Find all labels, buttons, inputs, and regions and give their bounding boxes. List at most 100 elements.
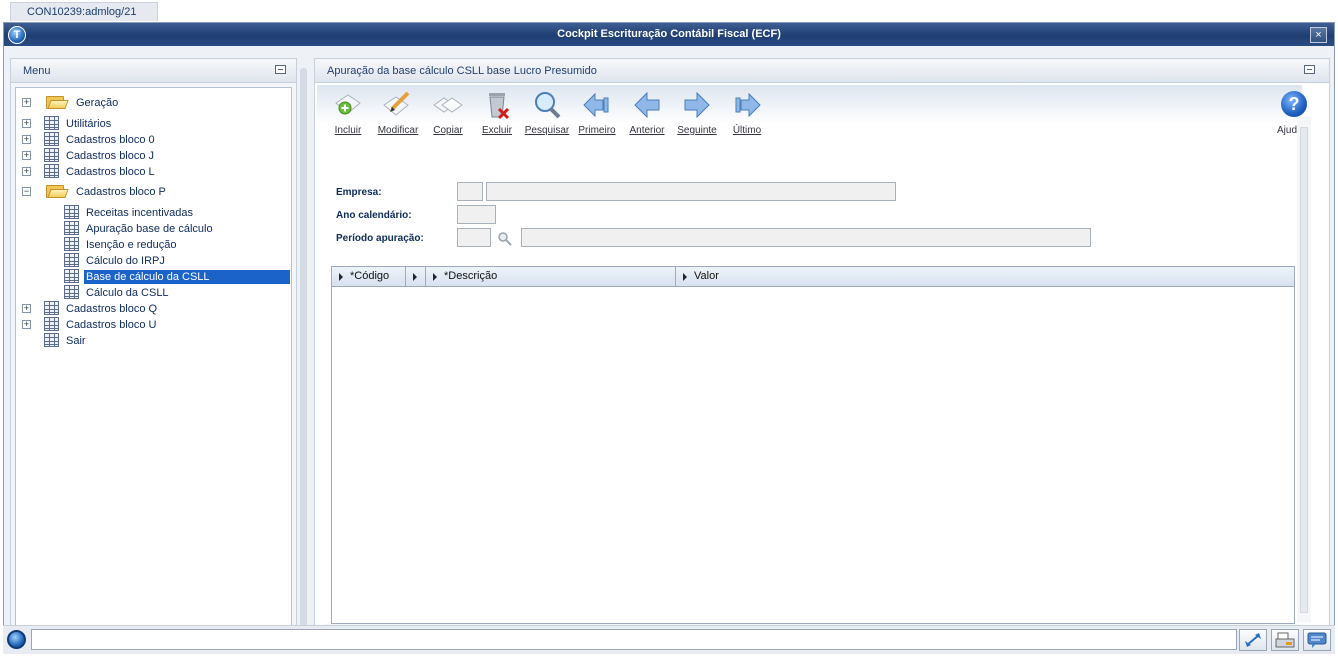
menu-tree-item-label: Cadastros bloco U [66,319,157,331]
status-bar [3,625,1335,654]
empresa-code-field[interactable] [457,182,483,201]
folder-icon [46,94,69,110]
menu-header: Menu [11,59,296,83]
expand-icon[interactable]: + [22,167,31,176]
add-document-icon [332,89,364,121]
toolbar-button-label: Modificar [377,125,419,136]
periodo-apuracao-label: Período apuração: [336,233,424,244]
lookup-magnifier-icon[interactable] [497,231,513,247]
menu-tree-item[interactable]: Base de cálculo da CSLL [16,269,291,285]
table-grid-icon [44,333,59,347]
menu-tree-item[interactable]: Isenção e redução [16,237,291,253]
ano-calendario-field[interactable] [457,205,496,224]
toolbar-button-seguinte[interactable]: Seguinte [672,85,722,141]
expand-icon[interactable]: + [22,119,31,128]
toolbar-button-copiar[interactable]: Copiar [423,85,473,141]
table-grid-icon [44,116,59,130]
toolbar-button-label: Seguinte [677,125,717,136]
toolbar-button-anterior[interactable]: Anterior [622,85,672,141]
column-header-valor[interactable]: Valor [676,267,1294,286]
edit-pencil-icon [382,89,414,121]
print-button[interactable] [1271,629,1299,651]
toolbar-button-incluir[interactable]: Incluir [323,85,373,141]
status-message-field [31,629,1237,650]
main-window: Cockpit Escrituração Contábil Fiscal (EC… [3,22,1335,654]
menu-tree-item-label: Receitas incentivadas [86,207,194,219]
panel-splitter[interactable] [300,68,307,628]
menu-tree-item-label: Geração [76,97,119,109]
menu-tree-item[interactable]: + Cadastros bloco Q [16,301,291,317]
help-icon: ? [1281,91,1307,117]
table-grid-icon [64,269,79,283]
expand-icon[interactable]: + [22,304,31,313]
expand-icon[interactable]: + [22,320,31,329]
toolbar-button-label: Primeiro [578,125,616,136]
toolbar-button-ltimo[interactable]: Último [722,85,772,141]
content-panel: Apuração da base cálculo CSLL base Lucro… [314,58,1330,643]
status-logo-icon [7,630,26,649]
toolbar-button-label: Incluir [334,125,362,136]
toolbar-button-modificar[interactable]: Modificar [373,85,423,141]
menu-tree-item-label: Cadastros bloco Q [66,303,158,315]
menu-tree-item[interactable]: + Geração [16,95,291,111]
resize-button[interactable] [1239,629,1267,651]
tab-con10239[interactable]: CON10239:admlog/21 [10,2,158,21]
menu-tree-item[interactable]: + Cadastros bloco 0 [16,132,291,148]
toolbar-button-excluir[interactable]: Excluir [472,85,522,141]
menu-tree-item[interactable]: + Cadastros bloco U [16,317,291,333]
toolbar-button-label: Último [732,125,762,136]
close-button[interactable]: × [1310,27,1327,43]
copy-documents-icon [432,89,464,121]
menu-panel: Menu + Geração + Utilitários + Cadastros bloc… [10,58,297,643]
table-grid-icon [64,221,79,235]
trash-delete-icon [481,89,513,121]
expand-icon[interactable]: + [22,135,31,144]
menu-tree-item[interactable]: Cálculo do IRPJ [16,253,291,269]
menu-tree-item-label: Cálculo da CSLL [86,287,169,299]
title-bar: Cockpit Escrituração Contábil Fiscal (EC… [4,23,1334,46]
ano-calendario-label: Ano calendário: [336,210,412,221]
toolbar-button-pesquisar[interactable]: Pesquisar [522,85,572,141]
table-grid-icon [64,253,79,267]
menu-tree-item[interactable]: + Cadastros bloco L [16,164,291,180]
table-grid-icon [44,132,59,146]
table-grid-icon [44,164,59,178]
periodo-apuracao-field[interactable] [457,228,491,247]
toolbar-button-primeiro[interactable]: Primeiro [572,85,622,141]
periodo-descricao-field[interactable] [521,228,1091,247]
table-grid-icon [44,148,59,162]
app-logo-icon: T [8,26,26,44]
menu-collapse-icon[interactable] [275,65,286,74]
menu-tree-item[interactable]: Receitas incentivadas [16,205,291,221]
magnifier-icon [531,89,563,121]
first-arrow-icon [581,89,613,121]
vertical-scrollbar[interactable] [1297,117,1311,622]
toolbar-button-label: Anterior [629,125,665,136]
folder-icon [46,183,69,199]
messages-button[interactable] [1303,629,1331,651]
toolbar-button-label: Excluir [481,125,512,136]
last-arrow-icon [731,89,763,121]
table-grid-icon [44,301,59,315]
menu-tree-item[interactable]: + Cadastros bloco J [16,148,291,164]
menu-tree-item[interactable]: Sair [16,333,291,349]
menu-tree-item-label: Cadastros bloco J [66,150,155,162]
expand-icon[interactable]: + [22,98,31,107]
expand-icon[interactable]: + [22,151,31,160]
table-grid-icon [64,237,79,251]
menu-tree-item-label: Base de cálculo da CSLL [84,270,290,284]
menu-tree-item[interactable]: + Utilitários [16,116,291,132]
vertical-scroll-thumb[interactable] [1300,127,1308,613]
menu-tree-item[interactable]: Cálculo da CSLL [16,285,291,301]
column-header-descricao[interactable]: *Descrição [426,267,676,286]
grid-header: *Código *Descrição Valor [332,267,1294,287]
content-collapse-icon[interactable] [1304,65,1315,74]
empresa-name-field[interactable] [486,182,896,201]
menu-tree-item[interactable]: Apuração base de cálculo [16,221,291,237]
column-header-codigo[interactable]: *Código [332,267,406,286]
collapse-icon[interactable]: − [22,187,31,196]
menu-tree-item-label: Sair [66,335,86,347]
menu-tree-item-label: Isenção e redução [86,239,177,251]
menu-tree-item-label: Cadastros bloco 0 [66,134,155,146]
menu-tree-item[interactable]: − Cadastros bloco P [16,184,291,200]
